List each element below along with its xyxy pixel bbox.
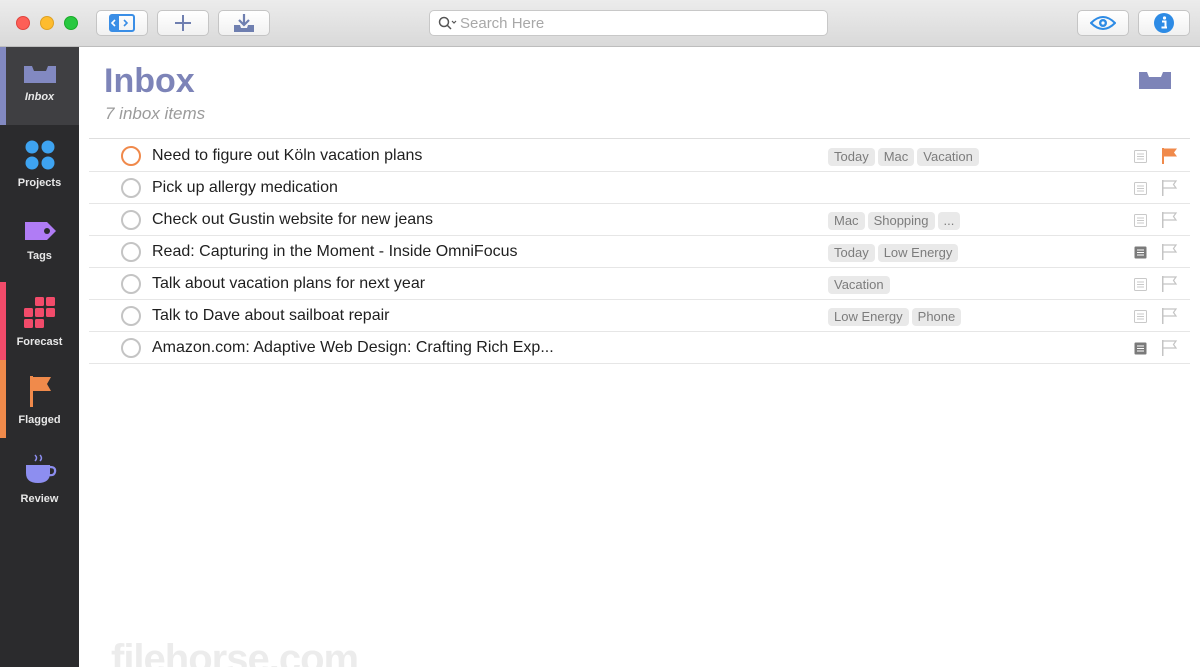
completion-checkbox[interactable] (121, 242, 141, 262)
item-title[interactable]: Talk about vacation plans for next year (152, 275, 425, 293)
tag-list: Low Energy Phone (828, 308, 962, 326)
sidebar-item-label: Projects (17, 177, 62, 189)
title-bar (0, 0, 1200, 47)
flag-icon (29, 376, 51, 407)
tag-icon (24, 222, 56, 240)
tag-chip[interactable]: Low Energy (877, 244, 959, 262)
inbox-icon (1139, 72, 1171, 89)
sidebar-item-inbox[interactable]: Inbox (0, 47, 79, 125)
forecast-icon (23, 297, 55, 328)
header-divider (89, 138, 1190, 139)
item-title[interactable]: Need to figure out Köln vacation plans (152, 147, 422, 165)
item-title[interactable]: Pick up allergy medication (152, 179, 338, 197)
sidebar-item-label: Review (20, 493, 59, 505)
tag-chip[interactable]: Shopping (867, 212, 935, 230)
flag-icon[interactable] (1161, 307, 1179, 330)
tag-chip[interactable]: Vacation (917, 148, 979, 166)
selection-indicator (0, 47, 6, 125)
note-icon[interactable] (1134, 246, 1147, 264)
forecast-color-bar (0, 282, 6, 360)
tag-chip[interactable]: Mac (828, 212, 865, 230)
flag-icon[interactable] (1161, 275, 1179, 298)
page-title: Inbox (104, 62, 195, 100)
note-icon[interactable] (1134, 182, 1147, 200)
list-item[interactable]: Pick up allergy medication (89, 172, 1190, 204)
tag-chip[interactable]: Low Energy (828, 308, 909, 326)
tag-chip[interactable]: Vacation (828, 276, 890, 294)
tag-chip[interactable]: Today (828, 244, 875, 262)
sidebar-item-tags[interactable]: Tags (0, 204, 79, 282)
sidebar: Inbox Projects Tags Forecast Flagged Rev… (0, 47, 79, 667)
flag-icon[interactable] (1161, 243, 1179, 266)
sidebar-item-label: Flagged (18, 414, 61, 426)
item-count: 7 inbox items (105, 104, 206, 123)
tag-list: Vacation (828, 276, 890, 294)
search-field[interactable] (429, 10, 828, 36)
sidebar-item-label: Forecast (16, 336, 63, 348)
view-options-button[interactable] (1077, 10, 1129, 36)
note-icon[interactable] (1134, 150, 1147, 168)
sidebar-item-review[interactable]: Review (0, 439, 79, 517)
main-content: Inbox 7 inbox items Need to figure out K… (79, 47, 1200, 667)
tag-list: Today Mac Vacation (828, 148, 979, 166)
sidebar-item-projects[interactable]: Projects (0, 125, 79, 203)
inbox-icon (23, 66, 56, 83)
note-icon[interactable] (1134, 214, 1147, 232)
sidebar-toggle-icon (109, 14, 135, 32)
inbox-list: Need to figure out Köln vacation plans To… (89, 140, 1190, 364)
sidebar-item-forecast[interactable]: Forecast (0, 282, 79, 360)
search-icon (438, 16, 457, 30)
tag-list: Today Low Energy (828, 244, 959, 262)
watermark: filehorse.com (111, 637, 359, 667)
flag-icon[interactable] (1161, 147, 1179, 170)
item-title[interactable]: Check out Gustin website for new jeans (152, 211, 433, 229)
list-item[interactable]: Check out Gustin website for new jeans Ma… (89, 204, 1190, 236)
flag-icon[interactable] (1161, 339, 1179, 362)
item-title[interactable]: Talk to Dave about sailboat repair (152, 307, 389, 325)
flagged-color-bar (0, 360, 6, 438)
quick-entry-button[interactable] (218, 10, 270, 36)
new-item-button[interactable] (157, 10, 209, 36)
zoom-window-button[interactable] (64, 16, 78, 30)
close-window-button[interactable] (16, 16, 30, 30)
list-item[interactable]: Talk to Dave about sailboat repair Low En… (89, 300, 1190, 332)
tag-chip[interactable]: Today (828, 148, 875, 166)
flag-icon[interactable] (1161, 211, 1179, 234)
note-icon[interactable] (1134, 278, 1147, 296)
completion-checkbox[interactable] (121, 306, 141, 326)
projects-icon (25, 140, 54, 170)
item-title[interactable]: Amazon.com: Adaptive Web Design: Craftin… (152, 339, 554, 357)
completion-checkbox[interactable] (121, 146, 141, 166)
inbox-download-icon (234, 14, 254, 32)
list-item[interactable]: Amazon.com: Adaptive Web Design: Craftin… (89, 332, 1190, 364)
list-item[interactable]: Need to figure out Köln vacation plans To… (89, 140, 1190, 172)
tag-list: Mac Shopping... (828, 212, 961, 230)
search-input[interactable] (460, 14, 820, 32)
tag-chip[interactable]: Phone (911, 308, 962, 326)
note-icon[interactable] (1134, 342, 1147, 360)
list-item[interactable]: Talk about vacation plans for next year V… (89, 268, 1190, 300)
toggle-sidebar-button[interactable] (96, 10, 148, 36)
completion-checkbox[interactable] (121, 178, 141, 198)
plus-icon (175, 15, 191, 31)
minimize-window-button[interactable] (40, 16, 54, 30)
inspector-button[interactable] (1138, 10, 1190, 36)
review-icon (25, 454, 56, 483)
tag-chip[interactable]: Mac (877, 148, 915, 166)
sidebar-item-label: Tags (27, 250, 52, 262)
item-title[interactable]: Read: Capturing in the Moment - Inside O… (152, 243, 518, 261)
sidebar-item-flagged[interactable]: Flagged (0, 360, 79, 438)
completion-checkbox[interactable] (121, 338, 141, 358)
sidebar-item-label: Inbox (24, 91, 55, 103)
list-item[interactable]: Read: Capturing in the Moment - Inside O… (89, 236, 1190, 268)
flag-icon[interactable] (1161, 179, 1179, 202)
completion-checkbox[interactable] (121, 274, 141, 294)
info-icon (1154, 13, 1174, 33)
note-icon[interactable] (1134, 310, 1147, 328)
eye-icon (1090, 16, 1116, 30)
completion-checkbox[interactable] (121, 210, 141, 230)
tag-chip[interactable]: ... (937, 212, 961, 230)
